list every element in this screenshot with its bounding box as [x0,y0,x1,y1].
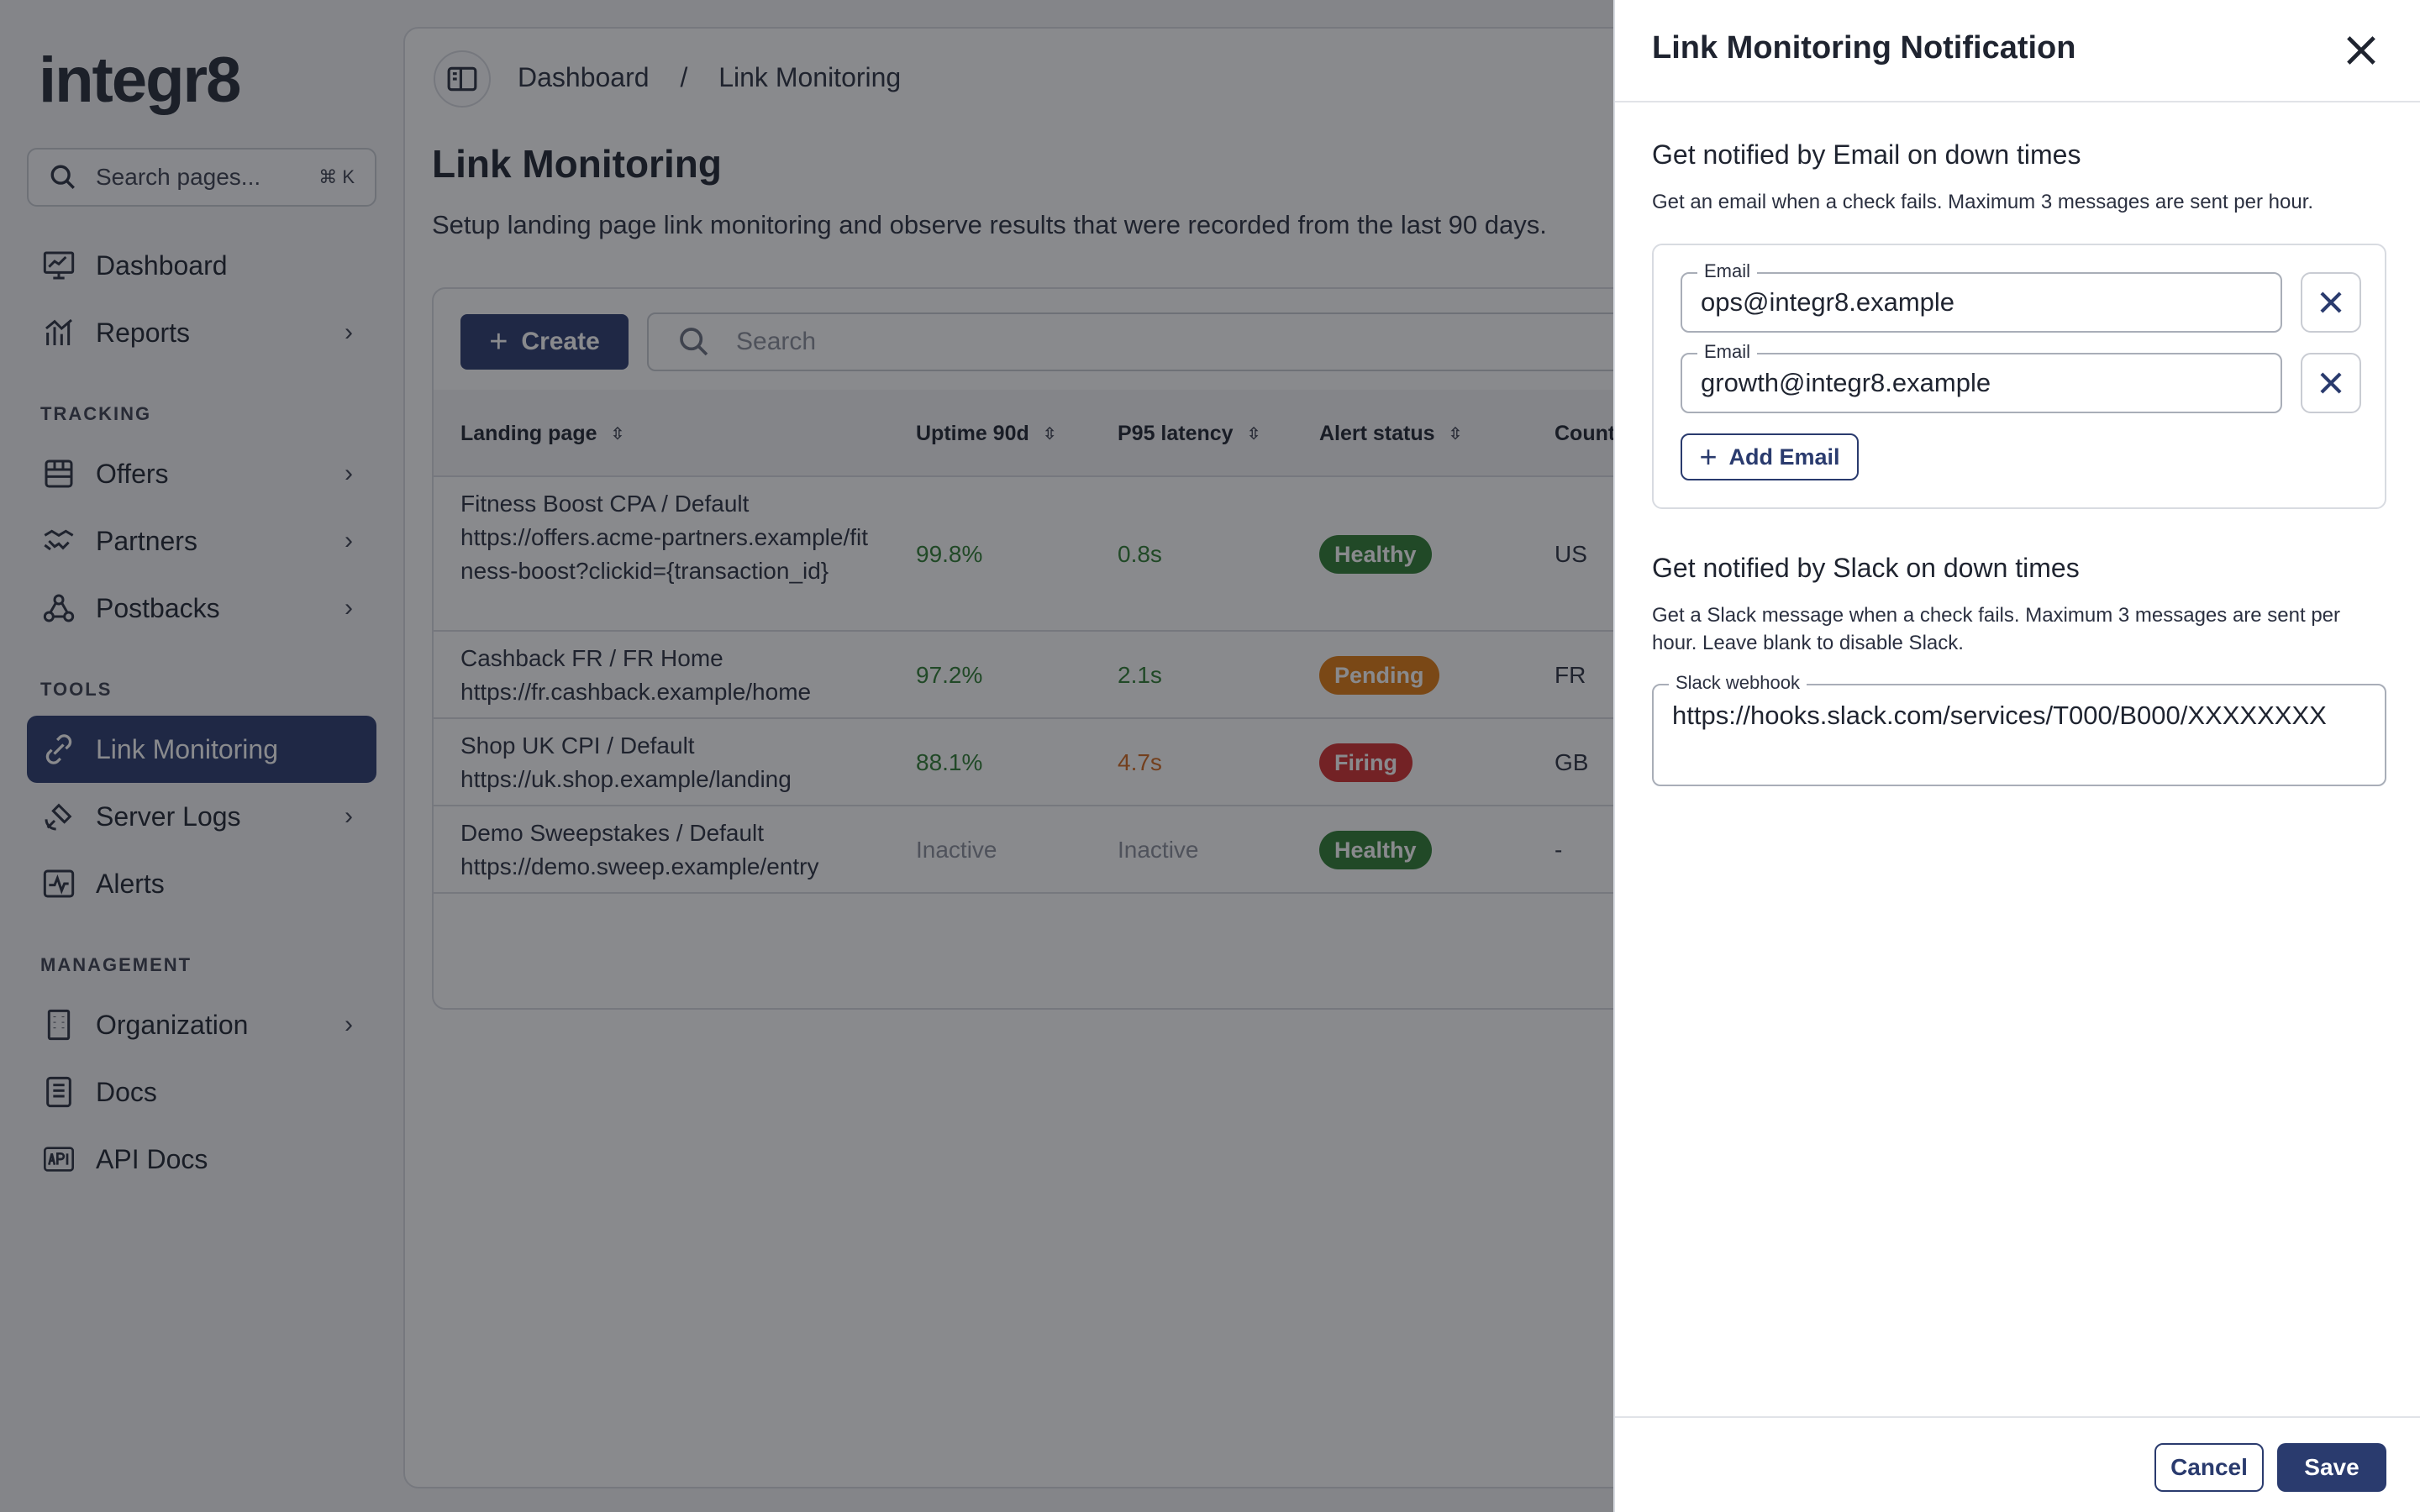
plus-icon: + [1699,439,1718,474]
drawer-title: Link Monitoring Notification [1652,30,2076,66]
close-icon [2320,291,2342,313]
remove-email-button[interactable] [2301,272,2361,333]
add-email-button[interactable]: + Add Email [1681,433,1859,480]
slack-webhook-label: Slack webhook [1669,672,1807,694]
close-icon [2320,372,2342,394]
drawer-footer: Cancel Save [1615,1416,2420,1512]
close-icon [2347,36,2375,65]
drawer-header: Link Monitoring Notification [1615,0,2420,102]
slack-webhook-field[interactable]: Slack webhook https://hooks.slack.com/se… [1652,672,2386,786]
close-button[interactable] [2339,29,2383,72]
email-section-description: Get an email when a check fails. Maximum… [1652,191,2314,213]
email-field-value: growth@integr8.example [1701,368,1991,397]
cancel-button[interactable]: Cancel [2154,1443,2264,1492]
email-list-box: Email ops@integr8.example Email growth@i… [1652,244,2386,509]
email-field-value: ops@integr8.example [1701,287,1955,317]
add-email-label: Add Email [1728,444,1840,470]
save-button[interactable]: Save [2277,1443,2386,1492]
email-section-heading: Get notified by Email on down times [1652,139,2081,170]
slack-webhook-value: https://hooks.slack.com/services/T000/B0… [1672,701,2327,730]
slack-section-description: Get a Slack message when a check fails. … [1652,604,2341,654]
modal-backdrop[interactable] [0,0,1613,1512]
email-field[interactable]: Email growth@integr8.example [1681,341,2282,413]
email-field-label: Email [1697,341,1758,363]
notification-drawer: Link Monitoring Notification Get notifie… [1613,0,2420,1512]
remove-email-button[interactable] [2301,353,2361,413]
email-field[interactable]: Email ops@integr8.example [1681,260,2282,333]
email-field-label: Email [1697,260,1758,282]
slack-section-heading: Get notified by Slack on down times [1652,553,2080,583]
